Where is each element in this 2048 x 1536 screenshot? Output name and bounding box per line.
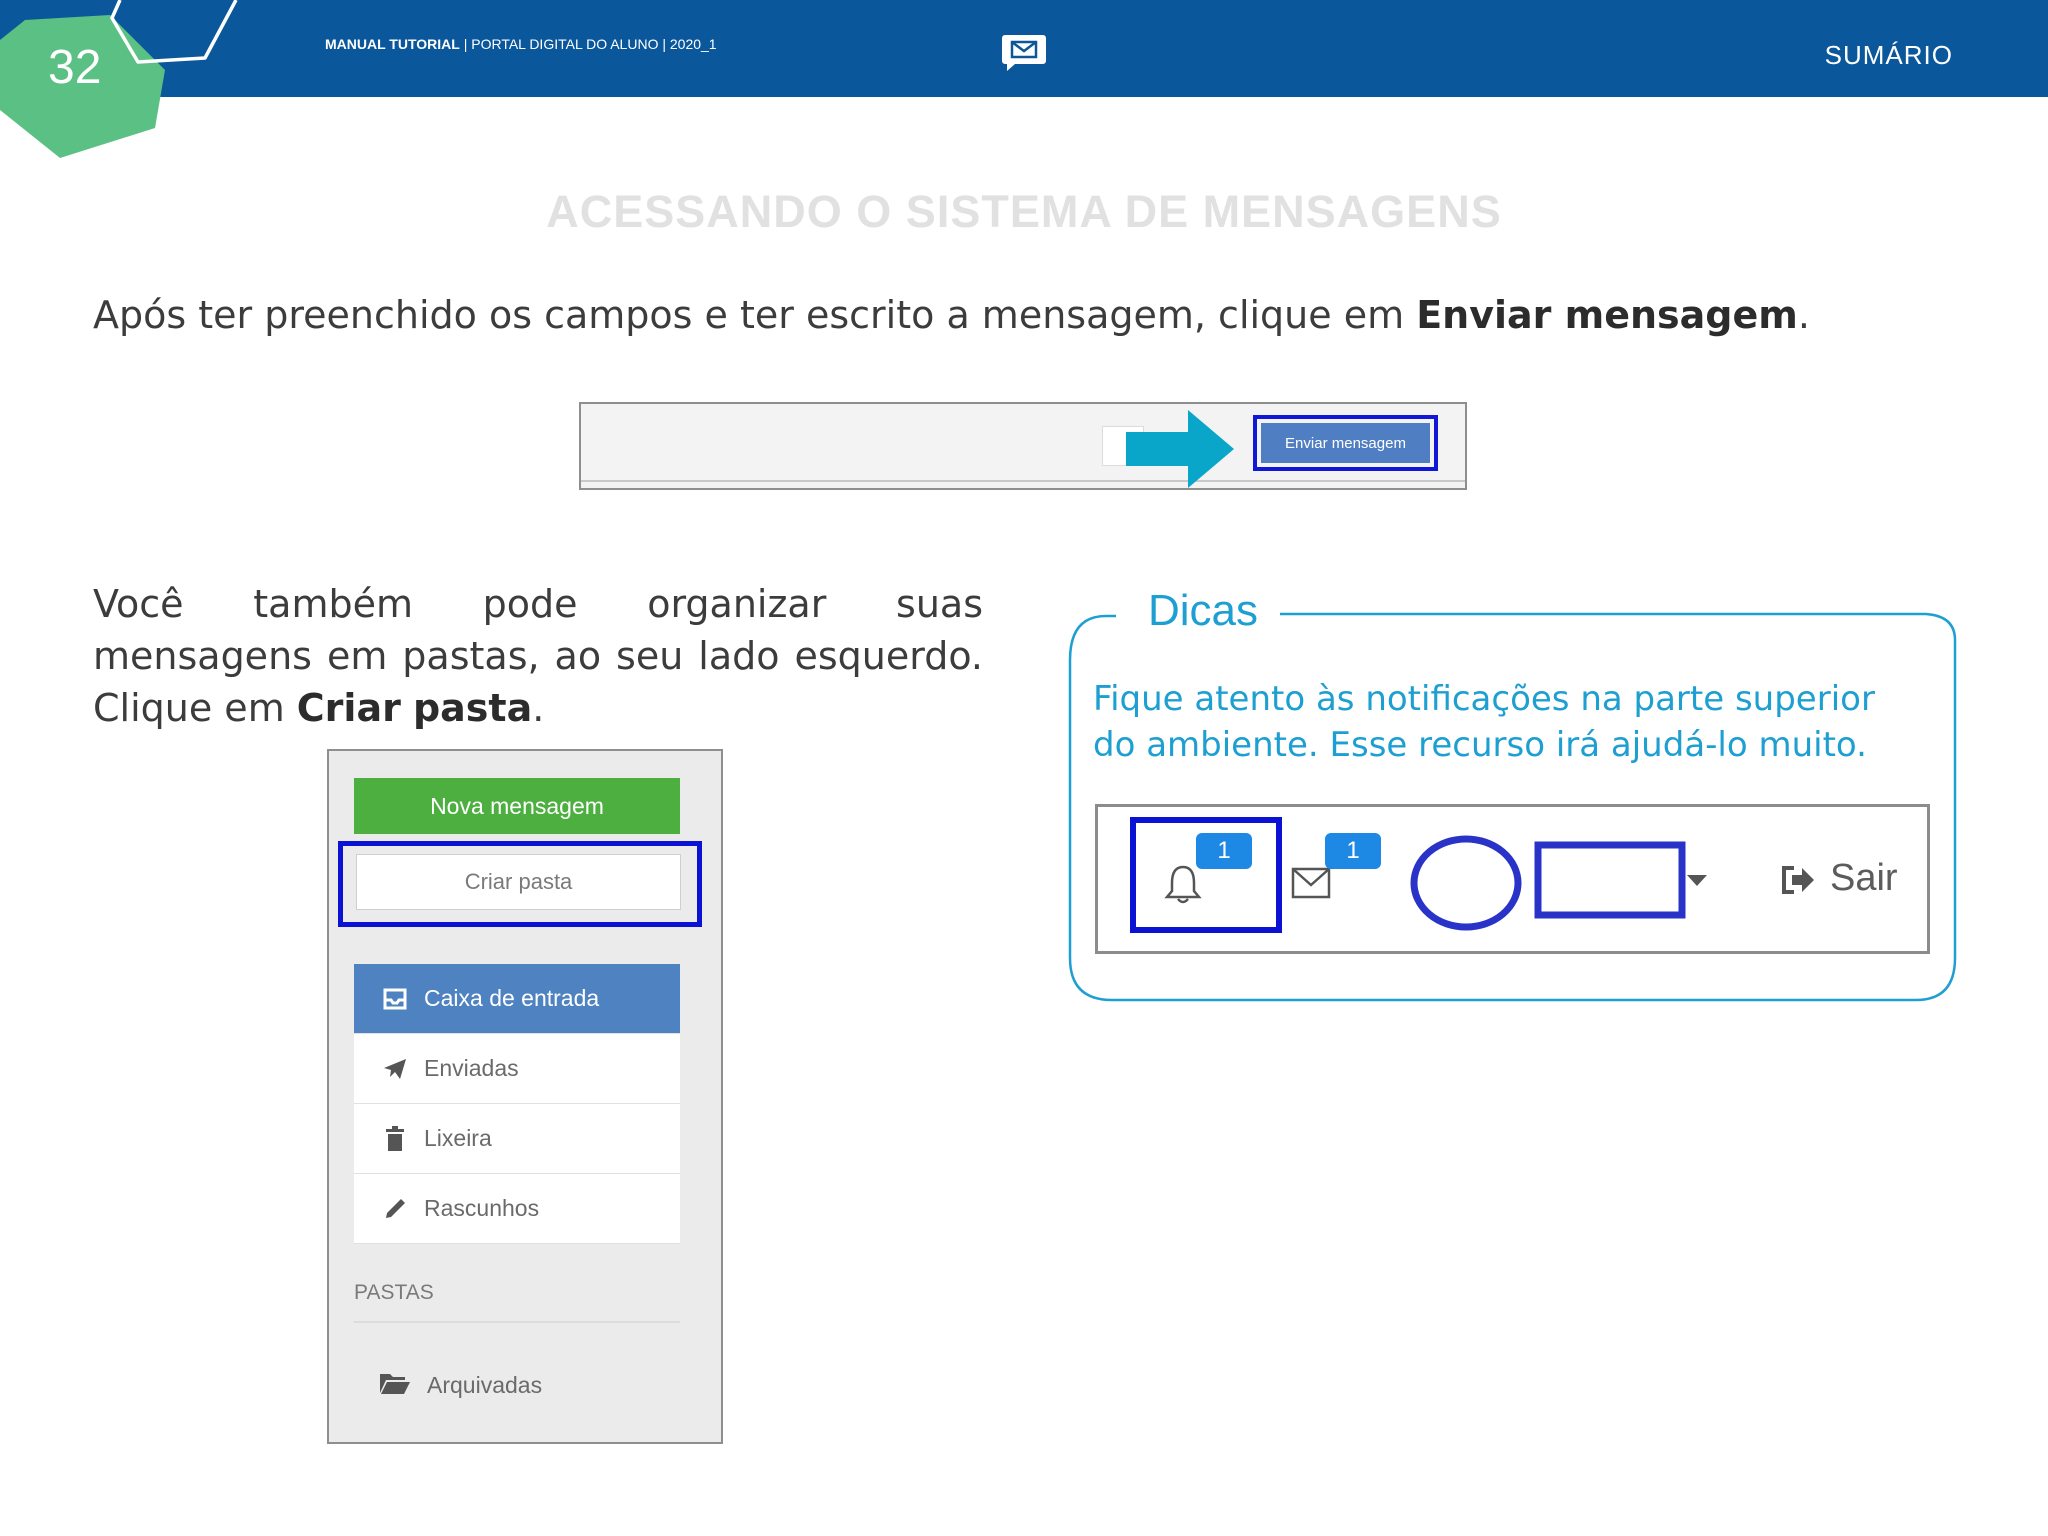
summary-link[interactable]: SUMÁRIO (1825, 40, 1953, 71)
new-message-button[interactable]: Nova mensagem (354, 778, 680, 834)
sidebar-item-sent[interactable]: Enviadas (354, 1034, 680, 1104)
create-folder-button[interactable]: Criar pasta (356, 854, 681, 910)
section-title: ACESSANDO O SISTEMA DE MENSAGENS (546, 186, 1502, 237)
sidebar-item-trash[interactable]: Lixeira (354, 1104, 680, 1174)
arrow-right-icon (1126, 410, 1234, 488)
folder-item-archived[interactable]: Arquivadas (379, 1371, 542, 1399)
sidebar-screenshot: Nova mensagem Criar pasta Caixa de entra… (327, 749, 723, 1444)
page-header: MANUAL TUTORIAL | PORTAL DIGITAL DO ALUN… (0, 0, 2048, 97)
sidebar-item-inbox[interactable]: Caixa de entrada (354, 964, 680, 1034)
user-avatar-redaction (1410, 835, 1686, 931)
inbox-icon (378, 985, 412, 1013)
organize-paragraph: Você também pode organizar suas mensagen… (93, 582, 983, 730)
caret-down-icon[interactable] (1685, 872, 1709, 888)
tips-title: Dicas (1136, 586, 1271, 636)
sign-out-icon (1780, 863, 1818, 895)
sidebar-item-drafts[interactable]: Rascunhos (354, 1174, 680, 1244)
divider (581, 480, 1465, 482)
document-title: MANUAL TUTORIAL | PORTAL DIGITAL DO ALUN… (325, 36, 717, 52)
notification-count-badge: 1 (1196, 833, 1252, 869)
trash-icon (378, 1125, 412, 1153)
message-count-badge: 1 (1325, 833, 1381, 869)
paper-plane-icon (378, 1055, 412, 1083)
page-badge (0, 0, 238, 158)
send-button-screenshot: Enviar mensagem (579, 402, 1467, 490)
send-message-button[interactable]: Enviar mensagem (1261, 423, 1430, 463)
intro-emphasis: Enviar mensagem (1416, 293, 1798, 337)
tips-text: Fique atento às notificações na parte su… (1093, 679, 1875, 765)
folder-open-icon (379, 1371, 413, 1399)
envelope-icon[interactable] (1001, 33, 1047, 73)
create-folder-highlight: Criar pasta (338, 841, 702, 927)
logout-button[interactable]: Sair (1780, 857, 1898, 900)
bell-icon[interactable] (1163, 863, 1203, 905)
page-number: 32 (48, 41, 102, 94)
send-button-highlight: Enviar mensagem (1253, 415, 1438, 471)
divider (354, 1321, 680, 1323)
folders-label: PASTAS (354, 1281, 434, 1304)
envelope-icon[interactable] (1291, 867, 1331, 899)
intro-paragraph: Após ter preenchido os campos e ter escr… (93, 293, 1810, 337)
pencil-icon (378, 1195, 412, 1223)
notification-bar-screenshot: 1 1 Sair (1095, 804, 1930, 954)
